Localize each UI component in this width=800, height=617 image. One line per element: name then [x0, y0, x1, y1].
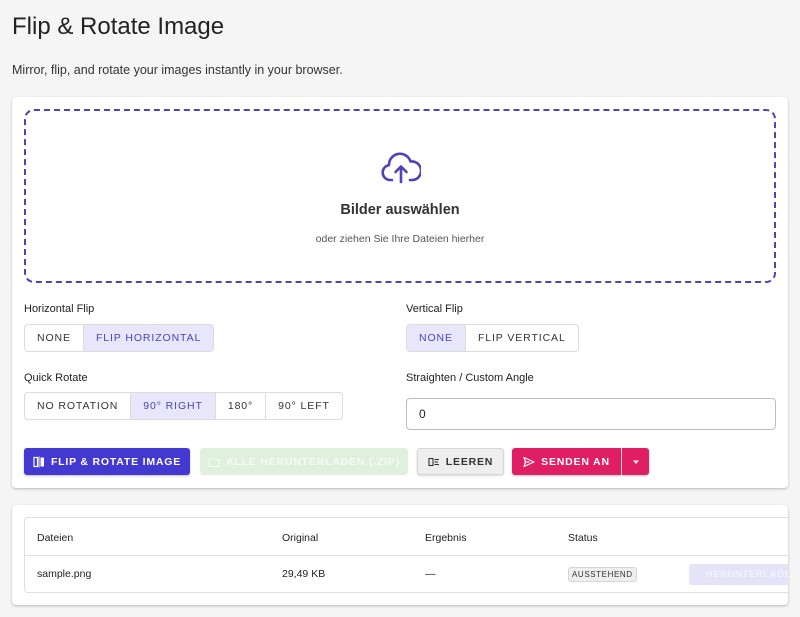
- flip-rotate-button-label: FLIP & ROTATE IMAGE: [50, 455, 182, 468]
- folder-zip-icon: [208, 457, 220, 467]
- toggle-hflip-none[interactable]: NONE: [25, 325, 84, 351]
- toggle-hflip-horizontal[interactable]: FLIP HORIZONTAL: [83, 325, 214, 351]
- clear-button[interactable]: LEEREN: [417, 448, 504, 475]
- status-badge: AUSSTEHEND: [568, 567, 637, 582]
- download-file-button[interactable]: HERUNTERLADEN: [689, 564, 788, 585]
- page-subtitle: Mirror, flip, and rotate your images ins…: [12, 63, 343, 77]
- flip-icon: [33, 456, 44, 467]
- cloud-upload-icon: [381, 152, 421, 184]
- download-icon: [699, 573, 701, 576]
- column-header-result: Ergebnis: [425, 532, 467, 544]
- toggle-rotate-none[interactable]: NO ROTATION: [25, 393, 132, 419]
- caret-down-icon: [632, 460, 639, 464]
- toggle-vflip-vertical[interactable]: FLIP VERTICAL: [466, 325, 578, 351]
- files-card: Dateien Original Ergebnis Status sample.…: [12, 505, 788, 605]
- vertical-flip-label: Vertical Flip: [406, 303, 463, 315]
- file-dropzone[interactable]: Bilder auswählen oder ziehen Sie Ihre Da…: [24, 109, 776, 283]
- vertical-flip-toggle-group: NONE FLIP VERTICAL: [406, 324, 579, 352]
- download-file-label: HERUNTERLADEN: [705, 569, 788, 580]
- send-to-button[interactable]: SENDEN AN: [512, 448, 621, 475]
- custom-angle-input[interactable]: [406, 398, 776, 430]
- quick-rotate-toggle-group: NO ROTATION 90° RIGHT 180° 90° LEFT: [24, 392, 343, 420]
- toggle-rotate-90-right[interactable]: 90° RIGHT: [131, 393, 216, 419]
- column-header-files: Dateien: [37, 532, 74, 544]
- settings-card: Bilder auswählen oder ziehen Sie Ihre Da…: [12, 97, 788, 488]
- result-size-cell: —: [425, 568, 436, 580]
- send-to-dropdown-button[interactable]: [622, 448, 649, 475]
- page-title: Flip & Rotate Image: [12, 13, 225, 40]
- send-icon: [523, 456, 535, 467]
- clear-button-label: LEEREN: [445, 455, 494, 468]
- column-header-status: Status: [568, 532, 598, 544]
- send-to-button-label: SENDEN AN: [541, 455, 610, 468]
- download-all-zip-button[interactable]: ALLE HERUNTERLADEN (.ZIP): [200, 448, 408, 475]
- dropzone-title: Bilder auswählen: [340, 202, 460, 218]
- file-name-cell: sample.png: [37, 568, 92, 580]
- files-table: Dateien Original Ergebnis Status sample.…: [24, 517, 788, 593]
- clear-list-icon: [428, 457, 439, 466]
- flip-rotate-button[interactable]: FLIP & ROTATE IMAGE: [24, 448, 190, 475]
- toggle-vflip-none[interactable]: NONE: [407, 325, 466, 351]
- column-header-original: Original: [282, 532, 319, 544]
- horizontal-flip-toggle-group: NONE FLIP HORIZONTAL: [24, 324, 215, 352]
- horizontal-flip-label: Horizontal Flip: [24, 303, 95, 315]
- original-size-cell: 29,49 KB: [282, 568, 326, 580]
- custom-angle-label: Straighten / Custom Angle: [406, 372, 534, 384]
- quick-rotate-label: Quick Rotate: [24, 372, 88, 384]
- download-all-zip-label: ALLE HERUNTERLADEN (.ZIP): [226, 455, 400, 468]
- toggle-rotate-180[interactable]: 180°: [216, 393, 267, 419]
- dropzone-subtitle: oder ziehen Sie Ihre Dateien hierher: [315, 233, 485, 245]
- toggle-rotate-90-left[interactable]: 90° LEFT: [266, 393, 342, 419]
- header-divider: [25, 555, 788, 556]
